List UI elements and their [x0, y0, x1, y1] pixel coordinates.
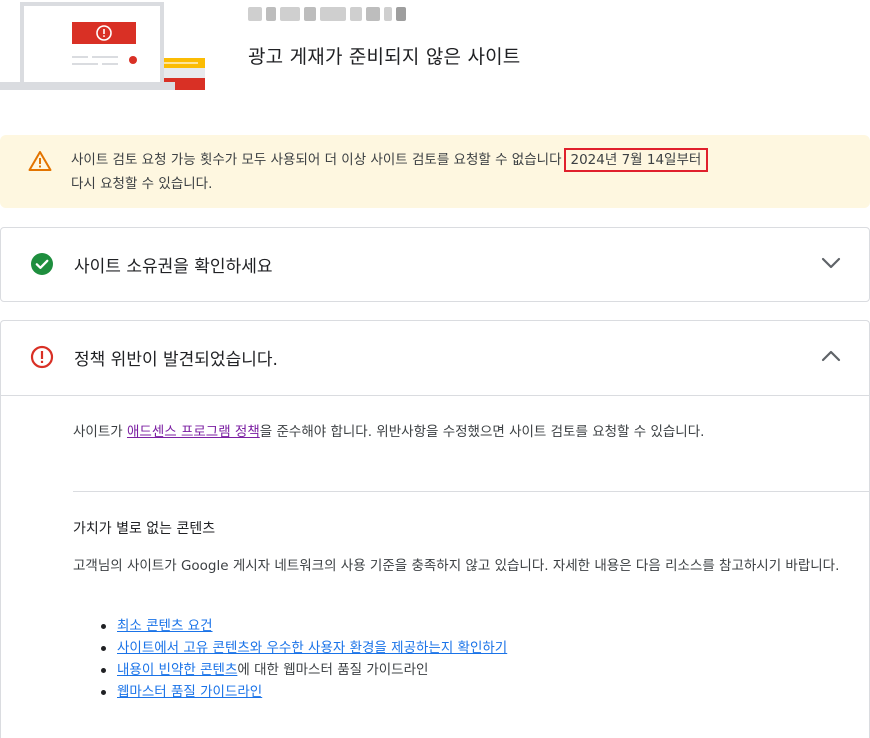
- ownership-card-header[interactable]: 사이트 소유권을 확인하세요: [1, 228, 869, 301]
- site-not-ready-illustration: [0, 2, 210, 92]
- review-limit-warning-banner: 사이트 검토 요청 가능 횟수가 모두 사용되어 더 이상 사이트 검토를 요청…: [0, 135, 870, 208]
- thin-content-link[interactable]: 내용이 빈약한 콘텐츠: [117, 662, 237, 678]
- warning-text-main: 사이트 검토 요청 가능 횟수가 모두 사용되어 더 이상 사이트 검토를 요청…: [71, 152, 562, 168]
- card-divider: [1, 395, 869, 396]
- list-item: 웹마스터 품질 가이드라인: [99, 681, 507, 703]
- issue-title: 가치가 별로 없는 콘텐츠: [73, 521, 216, 537]
- policy-card-header[interactable]: 정책 위반이 발견되었습니다.: [1, 321, 869, 394]
- list-item: 최소 콘텐츠 요건: [99, 615, 507, 637]
- policy-intro-before: 사이트가: [73, 424, 127, 440]
- chevron-down-icon[interactable]: [821, 256, 841, 270]
- ownership-verification-card: 사이트 소유권을 확인하세요: [0, 227, 870, 302]
- list-item: 내용이 빈약한 콘텐츠에 대한 웹마스터 품질 가이드라인: [99, 659, 507, 681]
- issue-description: 고객님의 사이트가 Google 게시자 네트워크의 사용 기준을 충족하지 않…: [73, 558, 840, 574]
- site-name-redacted: [248, 4, 418, 24]
- warning-date-highlight: 2024년 7월 14일부터: [563, 148, 709, 172]
- section-divider: [73, 491, 869, 492]
- resource-suffix: 에 대한 웹마스터 품질 가이드라인: [237, 662, 429, 678]
- webmaster-guidelines-link[interactable]: 웹마스터 품질 가이드라인: [117, 684, 262, 700]
- policy-intro-text: 사이트가 애드센스 프로그램 정책을 준수해야 합니다. 위반사항을 수정했으면…: [73, 421, 843, 443]
- warning-text-retry: 다시 요청할 수 있습니다.: [71, 176, 213, 192]
- warning-triangle-icon: [28, 151, 52, 171]
- check-circle-icon: [31, 253, 53, 275]
- policy-intro-after: 을 준수해야 합니다. 위반사항을 수정했으면 사이트 검토를 요청할 수 있습…: [259, 424, 705, 440]
- page-title: 광고 게재가 준비되지 않은 사이트: [248, 46, 521, 68]
- minimum-content-requirements-link[interactable]: 최소 콘텐츠 요건: [117, 618, 213, 634]
- resource-list: 최소 콘텐츠 요건 사이트에서 고유 콘텐츠와 우수한 사용자 환경을 제공하는…: [99, 615, 507, 703]
- chevron-up-icon[interactable]: [821, 349, 841, 363]
- error-circle-icon: [30, 345, 54, 369]
- policy-card-title: 정책 위반이 발견되었습니다.: [74, 350, 278, 370]
- unique-content-check-link[interactable]: 사이트에서 고유 콘텐츠와 우수한 사용자 환경을 제공하는지 확인하기: [117, 640, 507, 656]
- policy-violation-card: 정책 위반이 발견되었습니다. 사이트가 애드센스 프로그램 정책을 준수해야 …: [0, 320, 870, 738]
- list-item: 사이트에서 고유 콘텐츠와 우수한 사용자 환경을 제공하는지 확인하기: [99, 637, 507, 659]
- warning-message: 사이트 검토 요청 가능 횟수가 모두 사용되어 더 이상 사이트 검토를 요청…: [71, 148, 861, 196]
- adsense-policy-link[interactable]: 애드센스 프로그램 정책: [127, 424, 260, 440]
- ownership-card-title: 사이트 소유권을 확인하세요: [74, 257, 273, 277]
